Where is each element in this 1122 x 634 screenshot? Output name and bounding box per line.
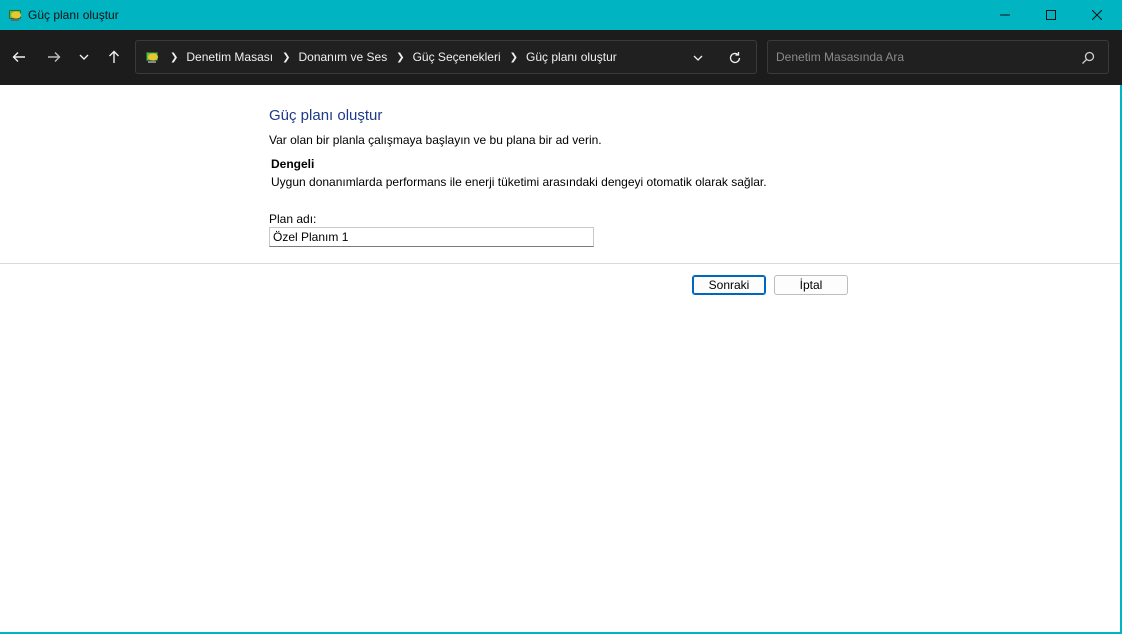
minimize-button[interactable] [982, 0, 1028, 30]
close-button[interactable] [1074, 0, 1120, 30]
chevron-right-icon: ❯ [509, 51, 519, 63]
page-title: Güç planı oluştur [269, 107, 383, 124]
chevron-right-icon: ❯ [282, 51, 291, 63]
close-icon [1092, 10, 1102, 20]
breadcrumb-item[interactable]: Güç Seçenekleri [413, 50, 501, 64]
content-area: Güç planı oluştur Var olan bir planla ça… [0, 85, 1120, 632]
maximize-button[interactable] [1028, 0, 1074, 30]
next-button[interactable]: Sonraki [692, 275, 766, 295]
back-button[interactable] [5, 43, 33, 71]
control-panel-icon [144, 49, 160, 65]
address-bar[interactable]: ❯ Denetim Masası ❯ Donanım ve Ses ❯ Güç … [135, 40, 757, 74]
navigation-bar: ❯ Denetim Masası ❯ Donanım ve Ses ❯ Güç … [0, 30, 1122, 85]
arrow-up-icon [109, 50, 119, 63]
plan-name-field[interactable] [269, 227, 594, 247]
chevron-right-icon: ❯ [170, 51, 179, 63]
maximize-icon [1046, 10, 1056, 20]
breadcrumb-item[interactable]: Güç planı oluştur [526, 50, 617, 64]
refresh-button[interactable] [723, 47, 747, 69]
breadcrumb-item[interactable]: Denetim Masası [186, 50, 273, 64]
window: Güç planı oluştur ❯ Denetim Masası ❯ Don… [0, 0, 1122, 634]
plan-description: Uygun donanımlarda performans ile enerji… [271, 175, 767, 189]
power-options-icon [7, 7, 23, 23]
arrow-left-icon [12, 52, 25, 62]
recent-locations-button[interactable] [70, 43, 98, 71]
address-dropdown-button[interactable] [686, 49, 710, 67]
divider [0, 263, 1120, 264]
plan-name-label: Plan adı: [269, 212, 317, 226]
search-icon [1080, 50, 1096, 66]
minimize-icon [1000, 14, 1010, 16]
cancel-button[interactable]: İptal [774, 275, 848, 295]
forward-button[interactable] [40, 43, 68, 71]
plan-name-heading: Dengeli [271, 157, 315, 171]
up-button[interactable] [100, 43, 128, 71]
search-box[interactable] [767, 40, 1109, 74]
chevron-right-icon: ❯ [396, 51, 405, 63]
window-title: Güç planı oluştur [28, 8, 119, 22]
search-input[interactable] [776, 41, 1076, 73]
intro-text: Var olan bir planla çalışmaya başlayın v… [269, 133, 602, 147]
title-bar: Güç planı oluştur [0, 0, 1122, 30]
breadcrumb-item[interactable]: Donanım ve Ses [298, 50, 387, 64]
refresh-icon [729, 52, 741, 64]
chevron-down-icon [693, 55, 703, 61]
breadcrumb: ❯ Denetim Masası ❯ Donanım ve Ses ❯ Güç … [164, 41, 617, 73]
arrow-right-icon [48, 52, 61, 62]
chevron-down-icon [79, 54, 89, 60]
